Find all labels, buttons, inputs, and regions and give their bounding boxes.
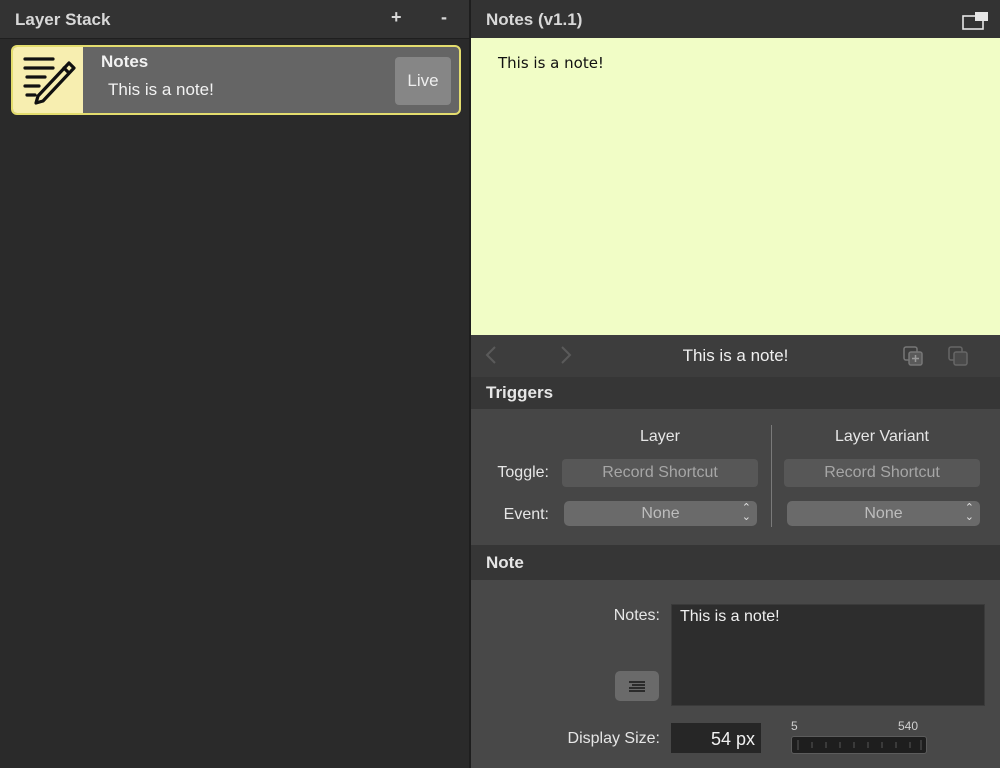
triggers-section-header: Triggers (471, 377, 1000, 409)
layer-event-select[interactable]: None ⌃ ⌄ (564, 501, 757, 526)
text-align-button[interactable] (615, 671, 659, 701)
layer-record-shortcut-button[interactable]: Record Shortcut (562, 459, 758, 487)
layer-variant-column-header: Layer Variant (835, 428, 929, 445)
notes-label: Notes: (613, 607, 660, 624)
slider-min-label: 5 (791, 719, 798, 733)
duplicate-icon[interactable] (902, 345, 924, 372)
note-panel: Notes: This is a note! Display Size: 54 … (471, 580, 1000, 768)
variant-event-value: None (864, 504, 903, 522)
layer-item-subtitle: This is a note! (108, 80, 214, 99)
preview-text: This is a note! (498, 54, 604, 72)
remove-layer-button[interactable]: - (441, 7, 447, 28)
slider-max-label: 540 (898, 719, 919, 733)
notes-textarea[interactable]: This is a note! (671, 604, 985, 706)
note-title: Note (486, 553, 524, 572)
updown-chevron-icon: ⌃ ⌄ (741, 502, 751, 523)
display-size-field[interactable]: 54 px (671, 723, 761, 753)
triggers-panel: Layer Layer Variant Toggle: Record Short… (471, 409, 1000, 545)
inspector-title: Notes (v1.1) (486, 10, 583, 29)
updown-chevron-icon: ⌃ ⌄ (964, 502, 974, 523)
display-size-label: Display Size: (567, 730, 660, 747)
display-size-value: 54 px (710, 729, 755, 749)
event-label: Event: (503, 506, 549, 523)
inspector-header: Notes (v1.1) (471, 0, 1000, 38)
popout-window-icon[interactable] (962, 11, 990, 36)
layer-column-header: Layer (639, 428, 681, 445)
layer-item-name: Notes (101, 52, 149, 71)
variant-record-shortcut-button[interactable]: Record Shortcut (784, 459, 980, 487)
layer-stack-panel: Layer Stack + - Notes This is a note! Li… (0, 0, 469, 768)
variant-event-select[interactable]: None ⌃ ⌄ (787, 501, 980, 526)
column-divider (771, 425, 772, 527)
variant-nav-bar: This is a note! (471, 335, 1000, 377)
live-button[interactable]: Live (395, 57, 451, 105)
toggle-label: Toggle: (497, 464, 549, 481)
layer-stack-title: Layer Stack (15, 10, 111, 29)
note-section-header: Note (471, 545, 1000, 580)
text-align-icon (629, 681, 645, 692)
display-size-slider[interactable] (791, 736, 927, 754)
add-layer-button[interactable]: + (391, 7, 402, 28)
triggers-title: Triggers (486, 383, 554, 402)
notes-pencil-icon (13, 47, 83, 113)
copy-icon[interactable] (947, 345, 969, 372)
layer-item-notes[interactable]: Notes This is a note! Live (11, 45, 461, 115)
notes-value: This is a note! (680, 608, 780, 625)
layer-stack-header: Layer Stack + - (0, 0, 469, 39)
layer-event-value: None (641, 504, 680, 522)
note-preview: This is a note! (471, 38, 1000, 335)
